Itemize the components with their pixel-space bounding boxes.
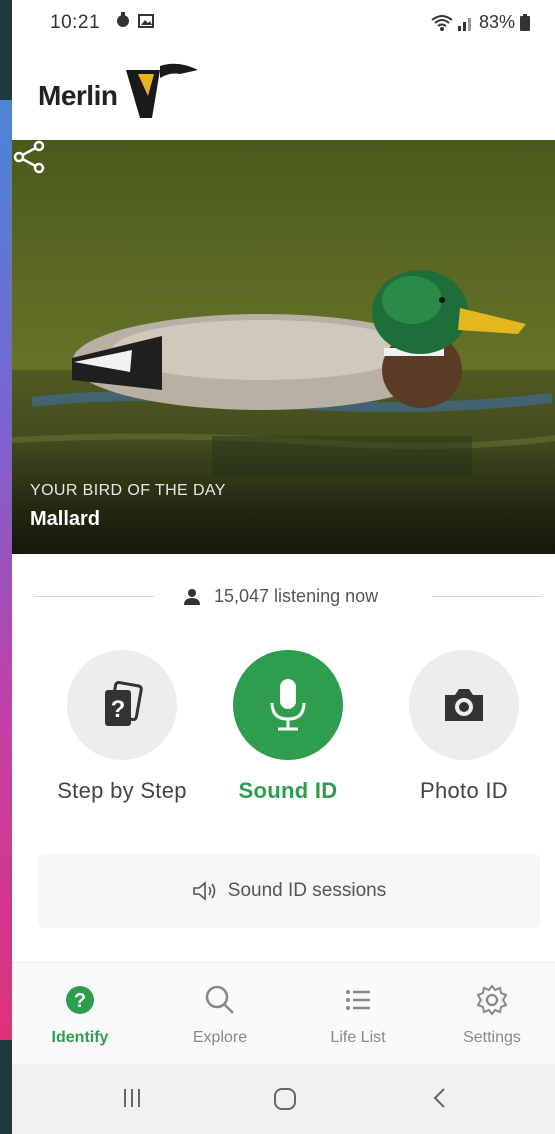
sound-id-option[interactable]: Sound ID (198, 650, 378, 804)
search-icon (205, 985, 234, 1014)
step-by-step-button[interactable]: ? (67, 650, 177, 760)
person-icon (184, 588, 200, 605)
wifi-icon (431, 14, 453, 31)
signal-icon (457, 17, 471, 31)
microphone-icon (270, 679, 306, 731)
nav-settings-label: Settings (463, 1029, 521, 1046)
question-cards-icon: ? (105, 680, 143, 726)
bird-of-day-kicker: YOUR BIRD OF THE DAY (30, 482, 226, 499)
app-header: Merlin (12, 44, 555, 140)
bottom-nav: ? Identify Explore Life List Settings (12, 962, 555, 1065)
question-icon: ? (66, 986, 94, 1014)
phone-screen: 10:21 83% Merlin YOUR BIRD OF THE DAY Ma… (12, 0, 555, 1134)
back-icon[interactable] (430, 1086, 450, 1110)
status-time: 10:21 (50, 12, 101, 33)
android-nav-bar (12, 1064, 555, 1134)
sound-id-button[interactable] (233, 650, 343, 760)
bird-of-day-caption: YOUR BIRD OF THE DAY Mallard (30, 482, 226, 531)
nav-identify-label: Identify (51, 1029, 109, 1046)
divider-left (34, 596, 154, 597)
sound-id-sessions-label: Sound ID sessions (227, 880, 387, 901)
listening-now: 15,047 listening now (184, 586, 378, 607)
gallery-icon (138, 14, 154, 28)
photo-id-label: Photo ID (419, 778, 508, 803)
bird-of-day-name: Mallard (30, 508, 101, 530)
step-by-step-option[interactable]: ? Step by Step (32, 650, 212, 804)
sound-id-label: Sound ID (238, 778, 338, 803)
share-icon[interactable] (12, 140, 46, 174)
nav-explore[interactable]: Explore (160, 983, 280, 1047)
list-icon (346, 990, 370, 1010)
location-dot-icon (117, 12, 129, 27)
merlin-bird-logo-icon (126, 63, 198, 118)
sound-id-sessions-button[interactable]: Sound ID sessions (38, 854, 540, 928)
photo-id-button[interactable] (409, 650, 519, 760)
listening-count: 15,047 listening now (214, 586, 379, 606)
nav-identify[interactable]: ? Identify (20, 983, 140, 1047)
status-bar: 10:21 83% (12, 0, 555, 44)
nav-life-list[interactable]: Life List (298, 983, 418, 1047)
status-right: 83% (431, 12, 531, 33)
bird-of-the-day-card[interactable]: YOUR BIRD OF THE DAY Mallard (12, 140, 555, 554)
recent-apps-icon[interactable] (120, 1086, 144, 1110)
svg-text:?: ? (111, 696, 126, 723)
app-logo-wordmark: Merlin (38, 80, 118, 111)
nav-life-list-label: Life List (330, 1029, 386, 1046)
listening-now-row: 15,047 listening now (34, 582, 542, 612)
divider-right (432, 596, 542, 597)
svg-text:?: ? (74, 990, 86, 1012)
nav-explore-label: Explore (192, 1029, 248, 1046)
battery-icon (520, 13, 530, 31)
gear-icon (476, 984, 508, 1016)
home-icon[interactable] (272, 1086, 298, 1112)
camera-icon (445, 689, 483, 721)
photo-id-option[interactable]: Photo ID (374, 650, 554, 804)
nav-settings[interactable]: Settings (432, 983, 552, 1047)
step-by-step-label: Step by Step (57, 778, 187, 803)
speaker-icon (192, 881, 216, 901)
identify-options: ? Step by Step Sound ID Photo ID (12, 650, 555, 820)
status-notification-icons (116, 12, 154, 28)
battery-percent: 83% (478, 12, 515, 32)
